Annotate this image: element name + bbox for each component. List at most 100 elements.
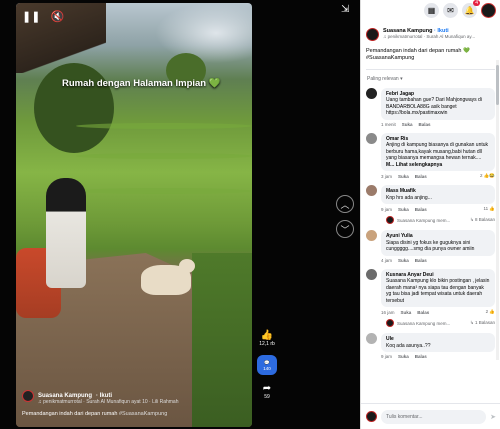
post-header: Suasana Kampung · Ikuti ♫ penikmatmurrot…: [361, 20, 500, 41]
next-video-button[interactable]: ﹀: [336, 220, 354, 238]
notifications-button[interactable]: 🔔 4: [462, 0, 480, 18]
comment-item: Ayuni Yulia Siapa disini yg fokus ke gug…: [366, 230, 495, 263]
reaction-count[interactable]: 2 👍: [486, 309, 495, 315]
comment-item: Omar Ris Anjing di kampung biasanya di g…: [366, 132, 495, 180]
like-link[interactable]: Suka: [398, 207, 409, 212]
avatar[interactable]: [366, 132, 377, 144]
terrace-line: [76, 188, 252, 194]
avatar[interactable]: [366, 230, 377, 242]
share-button[interactable]: ➦ 59: [257, 383, 277, 400]
avatar[interactable]: [366, 28, 379, 41]
comment-time[interactable]: 3 jam: [381, 174, 392, 179]
see-more-link[interactable]: M... Lihat selengkapnya: [386, 162, 442, 168]
heart-icon: 💚: [462, 48, 470, 54]
sort-dropdown[interactable]: Paling relevan ▾: [361, 76, 500, 82]
previous-video-button[interactable]: ︿: [336, 195, 354, 213]
hashtag-link[interactable]: #SuasanaKampung: [366, 55, 414, 61]
video-footer: Suasana Kampung · Ikuti ♫ penikmatmurrot…: [22, 390, 252, 417]
like-link[interactable]: Suka: [398, 354, 409, 359]
comment-time[interactable]: 9 jam: [381, 354, 392, 359]
comment-time[interactable]: 1 menit: [381, 122, 396, 127]
comment-meta: 9 jam Suka Balas: [381, 354, 495, 359]
reply-author: Suasana Kampung mem...: [397, 320, 451, 326]
comment-bubble: Ayuni Yulia Siapa disini yg fokus ke gug…: [381, 230, 495, 256]
avatar[interactable]: [366, 185, 377, 197]
dog-head-image: [179, 259, 195, 273]
chevron-down-icon: ﹀: [340, 224, 350, 235]
comment-item: Kusnara Anyar Deui Suasana Kampung klo b…: [366, 268, 495, 316]
comment-text: Suasana Kampung klo bikin postingan , je…: [386, 278, 490, 304]
like-link[interactable]: Suka: [398, 174, 409, 179]
reply-count: ↳ 1 Balasan: [469, 320, 495, 326]
comment-time[interactable]: 16 jam: [381, 310, 395, 315]
view-replies-button[interactable]: Suasana Kampung mem... ↳ 1 Balasan: [386, 319, 495, 328]
comment-item: Mass Muafik Knp hrs ada anjing... 9 jam …: [366, 185, 495, 212]
comment-bubble: Kusnara Anyar Deui Suasana Kampung klo b…: [381, 268, 495, 308]
send-icon[interactable]: ➤: [490, 413, 496, 421]
overlay-label: Rumah dengan Halaman Impian: [62, 78, 207, 89]
comment-list: Febri Jagap Uang tambahan gue? Dari Mahj…: [361, 87, 500, 359]
comment-bubble: 💬 140: [257, 355, 277, 375]
avatar[interactable]: [366, 87, 377, 99]
divider: [366, 68, 495, 70]
comment-text: Knp hrs ada anjing...: [386, 194, 432, 201]
like-link[interactable]: Suka: [398, 258, 409, 263]
messenger-icon[interactable]: ✉: [443, 2, 458, 18]
comment-button[interactable]: 💬 140: [257, 355, 277, 375]
video-side-actions: 👍 12,1 rb 💬 140 ➦ 59: [257, 330, 277, 408]
volume-icon[interactable]: 🔇: [50, 10, 64, 23]
like-link[interactable]: Suka: [401, 310, 412, 315]
comment-meta: 1 menit Suka Balas: [381, 122, 495, 127]
share-icon: ➦: [262, 383, 272, 394]
like-button[interactable]: 👍 12,1 rb: [257, 330, 277, 347]
avatar: [366, 411, 377, 422]
scrollbar-thumb[interactable]: [496, 65, 499, 105]
comment-meta: 9 jam Suka Balas 11 👍: [381, 206, 495, 212]
pause-icon[interactable]: ❚❚: [22, 10, 40, 23]
reply-link[interactable]: Balas: [415, 258, 427, 263]
heart-icon: 💚: [208, 78, 221, 89]
reply-link[interactable]: Balas: [415, 354, 427, 359]
avatar[interactable]: [22, 390, 34, 402]
menu-grid-icon[interactable]: ▦: [424, 2, 439, 18]
comment-time[interactable]: 4 jam: [381, 258, 392, 263]
comment-item: Febri Jagap Uang tambahan gue? Dari Mahj…: [366, 87, 495, 127]
thumbs-up-icon: 👍: [260, 330, 274, 341]
reply-link[interactable]: Balas: [419, 122, 431, 127]
reply-link[interactable]: Balas: [417, 310, 429, 315]
comment-text: Uang tambahan gue? Dari Mahjongways di B…: [386, 97, 482, 117]
avatar[interactable]: [366, 333, 377, 345]
caption-text: Pemandangan indah dari depan rumah: [22, 411, 118, 417]
reaction-count[interactable]: 2 👍😂: [480, 173, 495, 179]
avatar[interactable]: [366, 268, 377, 280]
comment-time[interactable]: 9 jam: [381, 207, 392, 212]
notification-badge: 4: [473, 0, 480, 6]
video-caption: Pemandangan indah dari depan rumah #Suas…: [22, 411, 252, 417]
person-image: [46, 178, 86, 288]
video-player[interactable]: [16, 3, 252, 427]
tree-image: [34, 63, 114, 153]
scrollbar[interactable]: [496, 60, 499, 360]
avatar: [386, 319, 394, 328]
view-replies-button[interactable]: Suasana Kampung mem... ↳ 8 Balasan: [386, 216, 495, 225]
top-bar: ▦ ✉ 🔔 4: [361, 0, 500, 20]
comment-count: 140: [263, 365, 271, 371]
video-overlay-text: Rumah dengan Halaman Impian 💚: [62, 78, 221, 89]
bell-icon: 🔔: [464, 5, 475, 15]
music-label[interactable]: ♫ penikmatmurrotal · Surah Al Munafiqun …: [383, 34, 498, 39]
hashtag-link[interactable]: #SuasanaKampung: [119, 411, 167, 417]
reply-link[interactable]: Balas: [415, 174, 427, 179]
reply-count: ↳ 8 Balasan: [469, 217, 495, 223]
comment-input[interactable]: Tulis komentar...: [381, 409, 487, 424]
exit-fullscreen-icon[interactable]: ⇲: [341, 4, 349, 15]
profile-avatar[interactable]: [481, 2, 496, 18]
reaction-count[interactable]: 11 👍: [483, 206, 495, 212]
terrace-line: [76, 153, 252, 159]
reply-link[interactable]: Balas: [415, 207, 427, 212]
like-link[interactable]: Suka: [402, 122, 413, 127]
music-label[interactable]: ♫ penikmatmurrotal · Surah Al Munafiqun …: [38, 399, 252, 405]
comment-text: Koq ada asunya..??: [386, 342, 431, 349]
like-count: 12,1 rb: [259, 341, 275, 347]
comment-bubble: Febri Jagap Uang tambahan gue? Dari Mahj…: [381, 87, 495, 120]
comment-meta: 4 jam Suka Balas: [381, 258, 495, 263]
